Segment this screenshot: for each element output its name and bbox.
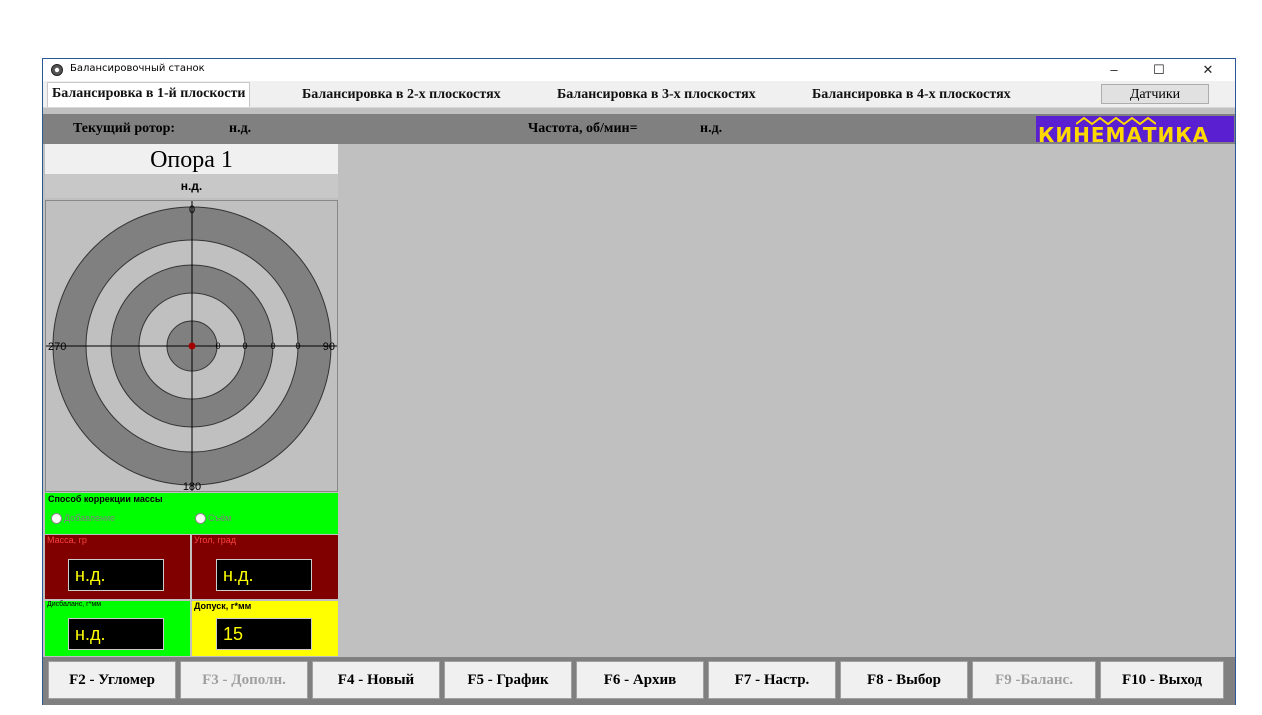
tab-plane-2[interactable]: Балансировка в 2-х плоскостях: [302, 84, 501, 106]
support-value: н.д.: [45, 174, 338, 198]
target-chart: 0 90 180 270 0 0 0 0: [46, 201, 337, 493]
radio-remove[interactable]: Съём: [195, 513, 232, 525]
graph-button[interactable]: F5 - График: [444, 661, 572, 699]
radio-circle-icon: [51, 513, 62, 525]
angle-label-left: 270: [48, 341, 66, 353]
gear-icon: [51, 64, 63, 76]
imbalance-group: Дисбаланс, г*мм н.д.: [45, 601, 190, 656]
exit-button[interactable]: F10 - Выход: [1100, 661, 1224, 699]
angle-value: н.д.: [216, 559, 312, 591]
settings-button[interactable]: F7 - Настр.: [708, 661, 836, 699]
tolerance-label: Допуск, г*мм: [194, 601, 252, 611]
title-bar: Балансировочный станок – ☐ ✕: [43, 59, 1235, 81]
frequency-value: н.д.: [700, 121, 723, 136]
imbalance-dot: [188, 342, 196, 350]
imbalance-value: н.д.: [68, 618, 164, 650]
correction-method-label: Способ коррекции массы: [48, 494, 163, 504]
rotor-value: н.д.: [229, 121, 252, 136]
sensors-button[interactable]: Датчики: [1101, 84, 1209, 104]
minimize-button[interactable]: –: [1097, 59, 1131, 81]
radio-add[interactable]: Добавление: [51, 513, 115, 525]
select-button[interactable]: F8 - Выбор: [840, 661, 968, 699]
angle-label-bottom: 180: [183, 481, 201, 491]
radio-remove-label: Съём: [208, 513, 232, 523]
support-panel: Опора 1 н.д. 0 90 180 270 0 0 0 0 Способ…: [45, 144, 338, 656]
maximize-button[interactable]: ☐: [1142, 59, 1176, 81]
tab-plane-4[interactable]: Балансировка в 4-х плоскостях: [812, 84, 1011, 106]
support-title: Опора 1: [45, 144, 338, 174]
scale-label: 0: [242, 341, 247, 351]
angle-label: Угол, град: [194, 535, 237, 545]
company-logo: КИНЕМАТИКА: [1036, 116, 1234, 142]
scale-label: 0: [295, 341, 300, 351]
imbalance-label: Дисбаланс, г*мм: [47, 601, 102, 608]
scale-label: 0: [215, 341, 220, 351]
mass-label: Масса, гр: [47, 535, 87, 545]
new-button[interactable]: F4 - Новый: [312, 661, 440, 699]
radio-add-label: Добавление: [64, 513, 115, 523]
angle-label-top: 0: [189, 204, 195, 216]
mass-value: н.д.: [68, 559, 164, 591]
info-bar: Текущий ротор: н.д. Частота, об/мин= н.д…: [43, 114, 1235, 144]
angle-meter-button[interactable]: F2 - Угломер: [48, 661, 176, 699]
angle-label-right: 90: [323, 341, 335, 353]
mass-group: Масса, гр н.д.: [45, 535, 190, 599]
archive-button[interactable]: F6 - Архив: [576, 661, 704, 699]
window-title: Балансировочный станок: [70, 63, 205, 74]
tolerance-group: Допуск, г*мм 15: [192, 601, 338, 656]
polar-target: 0 90 180 270 0 0 0 0: [45, 200, 338, 493]
tab-plane-3[interactable]: Балансировка в 3-х плоскостях: [557, 84, 756, 106]
function-key-bar: F2 - Угломер F3 - Дополн. F4 - Новый F5 …: [43, 657, 1235, 705]
tab-bar: Балансировка в 1-й плоскости Балансировк…: [43, 81, 1235, 108]
tab-plane-1[interactable]: Балансировка в 1-й плоскости: [47, 82, 251, 107]
logo-text: КИНЕМАТИКА: [1038, 123, 1210, 142]
radio-circle-icon: [195, 513, 206, 525]
correction-method-group: Способ коррекции массы Добавление Съём: [45, 493, 338, 534]
app-window: Балансировочный станок – ☐ ✕ Балансировк…: [42, 58, 1236, 705]
scale-label: 0: [270, 341, 275, 351]
tolerance-input[interactable]: 15: [216, 618, 312, 650]
additional-button[interactable]: F3 - Дополн.: [180, 661, 308, 699]
balance-button[interactable]: F9 -Баланс.: [972, 661, 1096, 699]
close-button[interactable]: ✕: [1191, 59, 1225, 81]
rotor-label: Текущий ротор:: [73, 121, 176, 136]
angle-group: Угол, град н.д.: [192, 535, 338, 599]
graph-area: [340, 144, 1235, 656]
frequency-label: Частота, об/мин=: [528, 121, 638, 136]
